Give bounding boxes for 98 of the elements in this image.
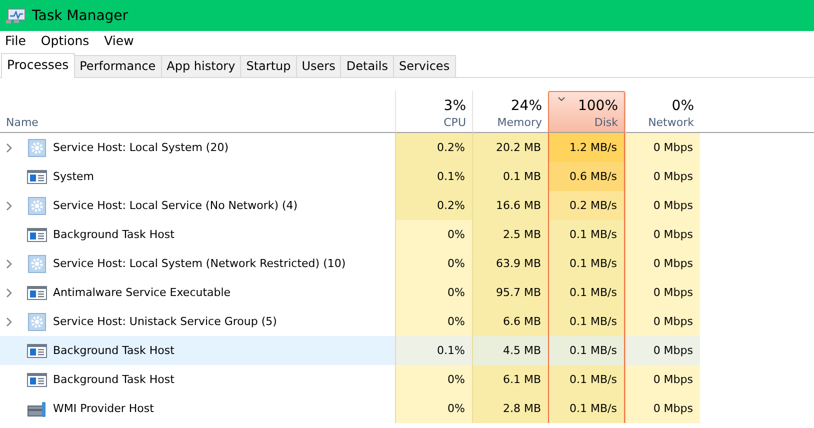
table-cell: 0.1 MB/s xyxy=(548,307,625,336)
table-cell: 0.1 MB/s xyxy=(548,220,625,249)
table-cell: 20.2 MB xyxy=(472,133,548,162)
process-name: Service Host: Unistack Service Group (5) xyxy=(53,315,277,328)
table-cell: 0% xyxy=(395,249,472,278)
process-name: Service Host: Local System (Network Restricted) (10) xyxy=(53,257,346,270)
table-cell: 95.7 MB xyxy=(472,278,548,307)
table-cell: 0 Mbps xyxy=(625,191,700,220)
tab[interactable]: Performance xyxy=(74,55,162,77)
gear-icon xyxy=(28,138,46,156)
process-row[interactable]: Background Task Host xyxy=(0,336,395,365)
column-percent: 100% xyxy=(578,98,618,114)
window-icon xyxy=(27,372,47,386)
window-icon xyxy=(27,286,47,300)
process-row[interactable]: Background Task Host xyxy=(0,220,395,249)
table-cell: 0 Mbps xyxy=(625,336,700,365)
tab[interactable]: Services xyxy=(392,55,456,77)
table-cell: 0.6 MB/s xyxy=(548,162,625,191)
tab[interactable]: Details xyxy=(340,55,394,77)
table-cell: 0.1% xyxy=(395,162,472,191)
table-cell: 2.8 MB xyxy=(472,394,548,423)
table-cell: 0 Mbps xyxy=(625,307,700,336)
table-cell: 0 Mbps xyxy=(625,394,700,423)
table-cell: 0% xyxy=(395,307,472,336)
menu-item[interactable]: View xyxy=(104,33,143,48)
process-row[interactable]: Background Task Host xyxy=(0,365,395,394)
expand-chevron-icon[interactable] xyxy=(6,200,12,210)
table-cell: 0.2% xyxy=(395,133,472,162)
process-row[interactable]: WMI Provider Host xyxy=(0,394,395,423)
table-cell: 63.9 MB xyxy=(472,249,548,278)
process-name: Background Task Host xyxy=(53,228,174,241)
process-row[interactable]: Service Host: Local System (Network Restricted) (10) xyxy=(0,249,395,278)
process-row[interactable]: Antimalware Service Executable xyxy=(0,278,395,307)
table-cell: 0.1 MB/s xyxy=(548,394,625,423)
process-row[interactable]: System xyxy=(0,162,395,191)
table-cell: 0.1 MB/s xyxy=(548,278,625,307)
expand-chevron-icon[interactable] xyxy=(6,142,12,152)
window-title: Task Manager xyxy=(32,8,128,24)
table-cell: 0% xyxy=(395,394,472,423)
table-cell: 6.1 MB xyxy=(472,365,548,394)
table-cell: 0.2% xyxy=(395,191,472,220)
column-percent: 24% xyxy=(510,98,542,114)
menu-item[interactable]: Options xyxy=(40,33,98,48)
table-cell: 4.5 MB xyxy=(472,336,548,365)
tab[interactable]: Processes xyxy=(1,53,75,78)
process-row[interactable]: Service Host: Unistack Service Group (5) xyxy=(0,307,395,336)
column-percent: 0% xyxy=(672,98,694,114)
column-label: Disk xyxy=(594,116,618,131)
process-name: Background Task Host xyxy=(53,344,174,357)
table-cell: 0% xyxy=(395,365,472,394)
window-icon xyxy=(27,228,47,242)
table-cell: 0 Mbps xyxy=(625,249,700,278)
table-cell: 0.1 MB/s xyxy=(548,336,625,365)
table-cell: 0 Mbps xyxy=(625,133,700,162)
app-icon xyxy=(6,8,26,24)
column-label: CPU xyxy=(444,116,466,131)
process-row[interactable]: Service Host: Local Service (No Network) (4) xyxy=(0,191,395,220)
column-percent: 3% xyxy=(444,98,466,114)
table-cell: 0.1 MB xyxy=(472,162,548,191)
gear-icon xyxy=(28,196,46,214)
table-cell: 0.1 MB/s xyxy=(548,249,625,278)
column-label: Memory xyxy=(497,116,542,131)
tab[interactable]: Users xyxy=(296,55,342,77)
process-row[interactable]: Service Host: Local System (20) xyxy=(0,133,395,162)
tab[interactable]: Startup xyxy=(240,55,297,77)
table-cell: 0% xyxy=(395,278,472,307)
table-cell: 0 Mbps xyxy=(625,365,700,394)
table-cell: 6.6 MB xyxy=(472,307,548,336)
column-header[interactable]: Name xyxy=(6,116,38,129)
table-cell: 0% xyxy=(395,220,472,249)
table-cell: 1.2 MB/s xyxy=(548,133,625,162)
table-cell: 0 Mbps xyxy=(625,220,700,249)
expand-chevron-icon[interactable] xyxy=(6,288,12,298)
table-cell: 0 Mbps xyxy=(625,162,700,191)
table-cell: 0.2 MB/s xyxy=(548,191,625,220)
process-name: System xyxy=(53,170,94,183)
gear-icon xyxy=(28,254,46,272)
window-icon xyxy=(27,344,47,358)
window-icon xyxy=(27,170,47,184)
table-cell: 0 Mbps xyxy=(625,278,700,307)
process-name: Antimalware Service Executable xyxy=(53,286,231,299)
table-cell: 2.5 MB xyxy=(472,220,548,249)
tab[interactable]: App history xyxy=(160,55,242,77)
process-name: Service Host: Local System (20) xyxy=(53,141,229,154)
gear-icon xyxy=(28,312,46,330)
process-name: Background Task Host xyxy=(53,373,174,386)
toolbox-icon xyxy=(27,400,47,418)
expand-chevron-icon[interactable] xyxy=(6,316,12,326)
table-cell: 16.6 MB xyxy=(472,191,548,220)
column-label: Network xyxy=(648,116,694,131)
table-cell: 0.1% xyxy=(395,336,472,365)
table-cell: 0.1 MB/s xyxy=(548,365,625,394)
process-name: Service Host: Local Service (No Network) (4) xyxy=(53,199,298,212)
menu-item[interactable]: File xyxy=(5,33,35,48)
column-header[interactable]: 100% Disk xyxy=(548,91,625,133)
process-name: WMI Provider Host xyxy=(53,402,154,415)
sort-caret-icon xyxy=(558,97,565,101)
expand-chevron-icon[interactable] xyxy=(6,258,12,268)
